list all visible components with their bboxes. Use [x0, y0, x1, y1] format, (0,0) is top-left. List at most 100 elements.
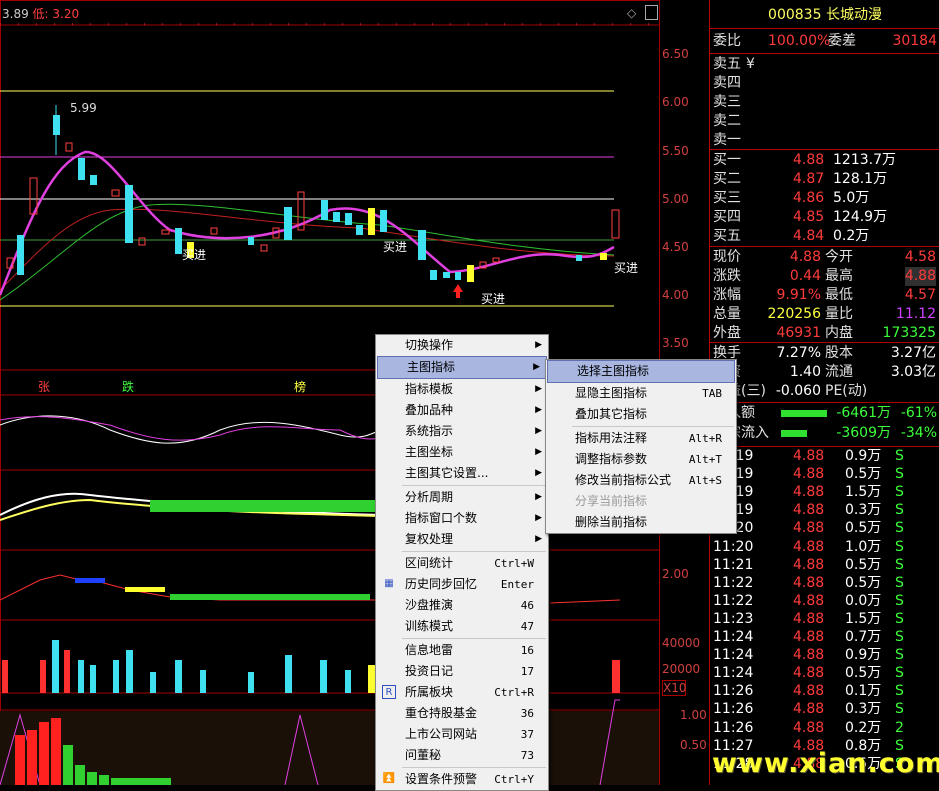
order-price: 4.85: [793, 209, 825, 225]
sell-row[interactable]: 卖五 ¥: [713, 55, 939, 74]
tick-row[interactable]: 11:20 4.88 1.0万 S: [710, 538, 939, 556]
sell-row[interactable]: 卖三: [713, 93, 939, 112]
tick-row[interactable]: 11:24 4.88 0.5万 S: [710, 664, 939, 682]
submenu-arrow-icon: ▶: [535, 447, 542, 457]
menu-item[interactable]: 沙盘推演 46: [376, 595, 548, 616]
stat-value: -0.060: [775, 383, 821, 399]
tick-price: 4.88: [793, 538, 825, 555]
peak-label: 5.99: [70, 101, 97, 115]
menu-item[interactable]: R 所属板块 Ctrl+R: [376, 682, 548, 703]
menu-item[interactable]: 重仓持股基金 36: [376, 703, 548, 724]
menu-item[interactable]: 选择主图指标: [547, 360, 735, 383]
tick-row[interactable]: 11:26 4.88 0.1万 S: [710, 682, 939, 700]
tick-price: 4.88: [793, 556, 825, 573]
menu-item[interactable]: ▦ 历史同步回忆 Enter: [376, 574, 548, 595]
tick-volume: 1.5万: [845, 610, 882, 627]
menu-item[interactable]: 复权处理 ▶: [376, 529, 548, 550]
stat-label: 最高: [825, 268, 853, 284]
volume-tick: 40000: [662, 636, 701, 650]
tick-volume: 0.5万: [845, 520, 882, 537]
menu-item[interactable]: 删除当前指标: [546, 512, 736, 533]
order-label: 买五: [713, 228, 741, 244]
menu-item[interactable]: 指标用法注释 Alt+R: [546, 428, 736, 449]
menu-item[interactable]: 调整指标参数 Alt+T: [546, 449, 736, 470]
sell-row[interactable]: 卖四: [713, 74, 939, 93]
buy-row[interactable]: 买四 4.85 124.9万: [713, 208, 939, 227]
menu-item[interactable]: 显隐主图指标 TAB: [546, 383, 736, 404]
indicator-submenu[interactable]: 选择主图指标 显隐主图指标 TAB 叠加其它指标 指标用法注释 Alt+R 调整指标参数 Al…: [545, 359, 737, 534]
tick-volume: 0.1万: [845, 683, 882, 700]
menu-item[interactable]: ⏫ 设置条件预警 Ctrl+Y: [376, 769, 548, 790]
tick-row[interactable]: 11:26 4.88 0.3万 S: [710, 700, 939, 718]
order-label: 买四: [713, 209, 741, 225]
stat-value: 4.88: [789, 249, 821, 265]
menu-item[interactable]: 指标窗口个数 ▶: [376, 508, 548, 529]
tick-row[interactable]: 11:21 4.88 0.5万 S: [710, 556, 939, 574]
tick-row[interactable]: 11:26 4.88 0.2万 2: [710, 719, 939, 737]
menu-item[interactable]: 指标模板 ▶: [376, 379, 548, 400]
panel-toggle-icon[interactable]: [645, 5, 658, 20]
tick-row[interactable]: 11:22 4.88 0.5万 S: [710, 574, 939, 592]
tick-row[interactable]: 11:22 4.88 0.0万 S: [710, 592, 939, 610]
menu-item[interactable]: 分析周期 ▶: [376, 487, 548, 508]
context-menu[interactable]: 切换操作 ▶ 主图指标 ▶ 指标模板 ▶ 叠加品种 ▶ 系统指示 ▶ 主图坐标 ▶ 主图其它设置... ▶…: [375, 334, 549, 791]
menu-item[interactable]: 投资日记 17: [376, 661, 548, 682]
r-icon: R: [382, 685, 396, 699]
signal-rise-label: 张: [38, 380, 51, 394]
tick-side: S: [895, 484, 904, 501]
stat-value: 46931: [776, 325, 821, 341]
menu-item[interactable]: 主图其它设置... ▶: [376, 463, 548, 484]
tick-side: S: [895, 647, 904, 664]
menu-item[interactable]: 训练模式 47: [376, 616, 548, 637]
sell-row[interactable]: 卖二: [713, 112, 939, 131]
stat-value: 0.44: [789, 268, 821, 284]
quote-panel: 000835 长城动漫 委比 100.00% 委差 30184 卖五 ¥ 卖四 卖三卖…: [709, 0, 939, 785]
submenu-arrow-icon: ▶: [535, 340, 542, 350]
tick-volume: 1.0万: [845, 538, 882, 555]
buy-signal-label: 买进: [182, 248, 207, 262]
menu-item[interactable]: 系统指示 ▶: [376, 421, 548, 442]
menu-item[interactable]: 区间统计 Ctrl+W: [376, 553, 548, 574]
buy-row[interactable]: 买一 4.88 1213.7万: [713, 151, 939, 170]
flow-percent: -34%: [900, 425, 937, 441]
menu-item-label: 调整指标参数: [575, 452, 648, 466]
menu-item-label: 分享当前指标: [575, 494, 648, 508]
tick-row[interactable]: 11:194.880.3万S: [710, 501, 939, 519]
stat-value: 7.27%: [776, 345, 821, 361]
order-label: 买三: [713, 190, 741, 206]
tick-time: 11:22: [713, 574, 754, 591]
stat-row: 总量 220256 量比 11.12: [713, 305, 939, 324]
menu-item[interactable]: 修改当前指标公式 Alt+S: [546, 470, 736, 491]
tick-row[interactable]: 11:24 4.88 0.9万 S: [710, 646, 939, 664]
flow-row: 流入额-6461万-61%: [713, 404, 939, 423]
submenu-arrow-icon: ▶: [535, 534, 542, 544]
menu-item[interactable]: 上市公司网站 37: [376, 724, 548, 745]
order-label: 卖五: [713, 56, 741, 72]
buy-row[interactable]: 买二 4.87 128.1万: [713, 170, 939, 189]
tick-side: S: [895, 538, 904, 555]
tick-row[interactable]: 11:194.880.5万S: [710, 465, 939, 483]
buy-row[interactable]: 买三 4.86 5.0万: [713, 189, 939, 208]
order-volume: 0.2万: [833, 228, 870, 244]
tick-row[interactable]: 11:24 4.88 0.7万 S: [710, 628, 939, 646]
tick-row[interactable]: 11:204.880.5万S: [710, 519, 939, 537]
tick-row[interactable]: 11:194.881.5万S: [710, 483, 939, 501]
tick-volume: 0.5万: [845, 574, 882, 591]
price-tick: 4.50: [662, 240, 689, 254]
diamond-icon[interactable]: ◇: [627, 6, 636, 20]
menu-item[interactable]: 切换操作 ▶: [376, 335, 548, 356]
sell-row[interactable]: 卖一: [713, 131, 939, 150]
tick-volume: 0.2万: [845, 719, 882, 736]
buy-row[interactable]: 买五 4.84 0.2万: [713, 227, 939, 246]
menu-item[interactable]: 叠加品种 ▶: [376, 400, 548, 421]
tick-row[interactable]: 11:194.880.9万S: [710, 447, 939, 465]
menu-item[interactable]: 叠加其它指标: [546, 404, 736, 425]
tick-side: S: [895, 665, 904, 682]
menu-item[interactable]: 主图坐标 ▶: [376, 442, 548, 463]
tick-row[interactable]: 11:23 4.88 1.5万 S: [710, 610, 939, 628]
menu-item[interactable]: 主图指标 ▶: [377, 356, 547, 379]
menu-item[interactable]: 问董秘 73: [376, 745, 548, 766]
menu-item[interactable]: 信息地雷 16: [376, 640, 548, 661]
tick-volume: 0.5万: [845, 556, 882, 573]
tick-price: 4.88: [793, 484, 825, 501]
